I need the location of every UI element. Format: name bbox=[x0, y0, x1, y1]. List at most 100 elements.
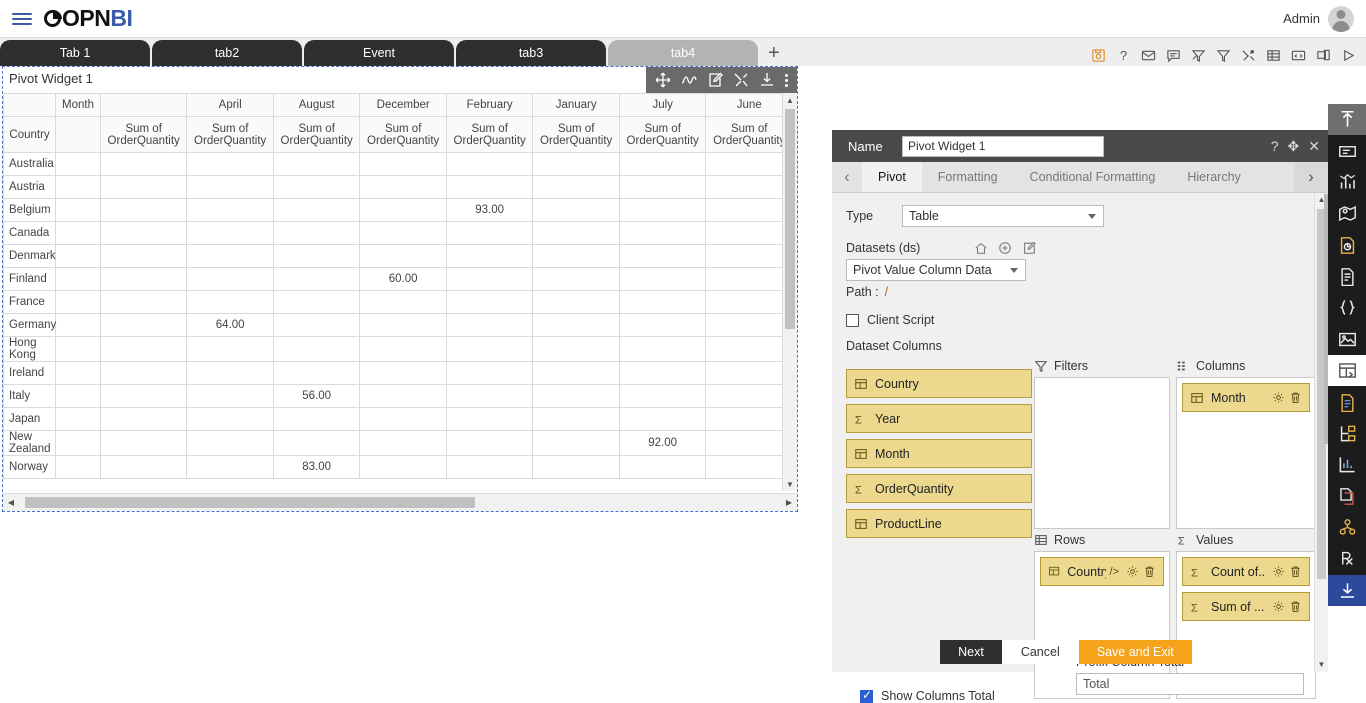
avatar[interactable] bbox=[1328, 5, 1354, 32]
help-icon[interactable]: ? bbox=[1271, 139, 1279, 153]
table-row[interactable]: Denmark bbox=[2, 244, 793, 268]
tab-formatting[interactable]: Formatting bbox=[922, 162, 1014, 192]
prefix-column-total-input[interactable] bbox=[1076, 673, 1304, 695]
table-row[interactable]: Norway 83.00 bbox=[2, 455, 793, 479]
tab-conditional-formatting[interactable]: Conditional Formatting bbox=[1014, 162, 1172, 192]
row-field-pill[interactable]: Country /> bbox=[1040, 557, 1164, 586]
more-options-icon[interactable] bbox=[785, 73, 788, 87]
tab-event[interactable]: Event bbox=[304, 40, 454, 66]
tab-tab1[interactable]: Tab 1 bbox=[0, 40, 150, 66]
home-icon[interactable] bbox=[974, 241, 988, 255]
image-icon[interactable] bbox=[1328, 324, 1366, 355]
save-and-exit-button[interactable]: Save and Exit bbox=[1078, 640, 1192, 664]
filter-icon[interactable] bbox=[1216, 48, 1231, 63]
scroll-right-icon[interactable]: ▶ bbox=[781, 498, 797, 507]
dataset-column-pill[interactable]: Country bbox=[846, 369, 1032, 398]
dataset-column-pill[interactable]: Σ OrderQuantity bbox=[846, 474, 1032, 503]
zone-columns-dropzone[interactable]: Month bbox=[1176, 377, 1316, 529]
tools-icon[interactable] bbox=[1241, 48, 1256, 63]
mail-icon[interactable] bbox=[1141, 48, 1156, 63]
copy-page-icon[interactable] bbox=[1328, 481, 1366, 512]
code-icon[interactable]: /> bbox=[1110, 566, 1119, 578]
analytics-icon[interactable] bbox=[1328, 449, 1366, 480]
tab-tab4[interactable]: tab4 bbox=[608, 40, 758, 66]
widget-name-input[interactable] bbox=[902, 135, 1104, 157]
dataset-column-pill[interactable]: Month bbox=[846, 439, 1032, 468]
table-row[interactable]: Japan bbox=[2, 407, 793, 431]
move-icon[interactable]: ✥ bbox=[1288, 139, 1300, 153]
help-icon[interactable]: ? bbox=[1116, 48, 1131, 63]
report-icon[interactable] bbox=[1328, 230, 1366, 261]
gear-icon[interactable] bbox=[1126, 565, 1139, 578]
clear-filter-icon[interactable] bbox=[1191, 48, 1206, 63]
dataset-column-pill[interactable]: ProductLine bbox=[846, 509, 1032, 538]
table-row[interactable]: Italy 56.00 bbox=[2, 384, 793, 408]
gear-icon[interactable] bbox=[1272, 565, 1285, 578]
table-row[interactable]: Austria bbox=[2, 175, 793, 199]
delete-icon[interactable] bbox=[1143, 565, 1156, 578]
add-tab-button[interactable]: + bbox=[768, 43, 780, 66]
tab-tab3[interactable]: tab3 bbox=[456, 40, 606, 66]
tab-tab2[interactable]: tab2 bbox=[152, 40, 302, 66]
chart-icon[interactable] bbox=[681, 72, 697, 88]
edit-icon[interactable] bbox=[1022, 241, 1036, 255]
table-icon[interactable] bbox=[1266, 48, 1281, 63]
pivot-widget-icon[interactable] bbox=[1328, 355, 1366, 387]
column-field-pill[interactable]: Month bbox=[1182, 383, 1310, 412]
scroll-up-icon[interactable]: ▲ bbox=[783, 93, 797, 107]
table-row[interactable]: Germany 64.00 bbox=[2, 313, 793, 337]
move-icon[interactable] bbox=[655, 72, 671, 88]
document-icon[interactable] bbox=[1328, 261, 1366, 292]
table-row[interactable]: New Zealand 92.00 bbox=[2, 430, 793, 456]
delete-icon[interactable] bbox=[1289, 600, 1302, 613]
table-row[interactable]: France bbox=[2, 290, 793, 314]
menu-icon[interactable] bbox=[12, 12, 32, 25]
tab-hierarchy[interactable]: Hierarchy bbox=[1171, 162, 1257, 192]
map-icon[interactable] bbox=[1328, 198, 1366, 229]
code-icon[interactable] bbox=[1291, 48, 1306, 63]
copy-icon[interactable] bbox=[1316, 48, 1331, 63]
tree-icon[interactable] bbox=[1328, 418, 1366, 449]
gear-icon[interactable] bbox=[1272, 391, 1285, 404]
download-icon[interactable] bbox=[759, 72, 775, 88]
tabs-next-icon[interactable]: › bbox=[1294, 162, 1328, 192]
text-box-icon[interactable] bbox=[1328, 135, 1366, 166]
panel-splitter[interactable] bbox=[1324, 194, 1328, 444]
table-row[interactable]: Ireland bbox=[2, 361, 793, 385]
group-icon[interactable] bbox=[1328, 512, 1366, 543]
zone-filters-dropzone[interactable] bbox=[1034, 377, 1170, 529]
add-circle-icon[interactable] bbox=[998, 241, 1012, 255]
table-row[interactable]: Hong Kong bbox=[2, 336, 793, 362]
gear-icon[interactable] bbox=[1272, 600, 1285, 613]
page-icon[interactable] bbox=[1328, 386, 1366, 417]
collapse-up-icon[interactable] bbox=[1328, 104, 1366, 136]
pivot-widget[interactable]: Pivot Widget 1 Month April August Decemb… bbox=[2, 66, 798, 512]
dataset-column-pill[interactable]: Σ Year bbox=[846, 404, 1032, 433]
pivot-horizontal-scrollbar[interactable]: ◀ ▶ bbox=[3, 493, 797, 511]
value-field-pill[interactable]: Σ Count of.. bbox=[1182, 557, 1310, 586]
pivot-vertical-scrollbar[interactable]: ▲ ▼ bbox=[782, 93, 797, 491]
comment-icon[interactable] bbox=[1166, 48, 1181, 63]
scroll-down-icon[interactable]: ▼ bbox=[783, 477, 797, 491]
next-button[interactable]: Next bbox=[940, 640, 1002, 664]
pivot-vscroll-thumb[interactable] bbox=[785, 109, 795, 329]
play-icon[interactable] bbox=[1341, 48, 1356, 63]
show-columns-total-checkbox[interactable] bbox=[860, 688, 873, 703]
user-menu[interactable]: Admin bbox=[1283, 5, 1354, 32]
table-row[interactable]: Australia bbox=[2, 152, 793, 176]
show-columns-total-row[interactable]: Show Columns Total bbox=[860, 688, 995, 703]
tabs-prev-icon[interactable]: ‹ bbox=[832, 162, 862, 192]
tab-pivot[interactable]: Pivot bbox=[862, 162, 922, 192]
rx-icon[interactable] bbox=[1328, 543, 1366, 574]
table-row[interactable]: Canada bbox=[2, 221, 793, 245]
pivot-hscroll-thumb[interactable] bbox=[25, 497, 475, 508]
braces-icon[interactable] bbox=[1328, 292, 1366, 323]
client-script-row[interactable]: Client Script bbox=[846, 313, 1314, 327]
save-icon[interactable] bbox=[1091, 48, 1106, 63]
table-row[interactable]: Belgium 93.00 bbox=[2, 198, 793, 222]
table-row[interactable]: Finland 60.00 bbox=[2, 267, 793, 291]
bar-chart-icon[interactable] bbox=[1328, 167, 1366, 198]
dataset-select[interactable]: Pivot Value Column Data bbox=[846, 259, 1026, 281]
client-script-checkbox[interactable] bbox=[846, 313, 859, 327]
delete-icon[interactable] bbox=[1289, 391, 1302, 404]
